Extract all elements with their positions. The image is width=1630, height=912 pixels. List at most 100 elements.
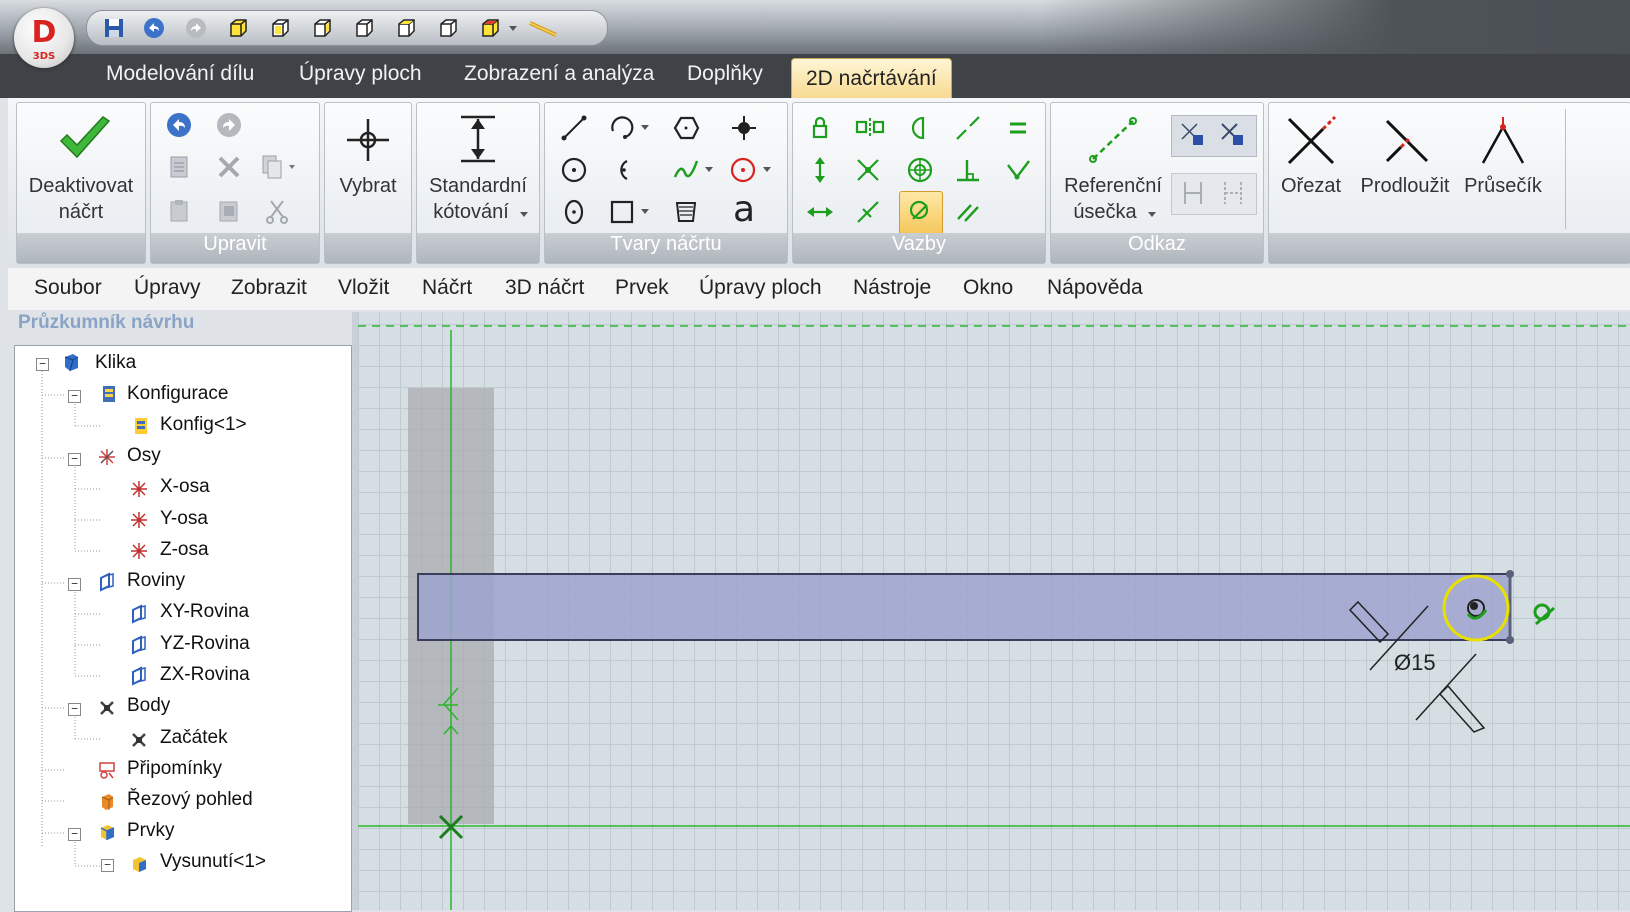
horizontal-constraint-icon[interactable]	[805, 197, 835, 227]
redo-icon[interactable]	[215, 111, 243, 139]
circle-3point-tool-icon[interactable]	[729, 155, 775, 185]
tree-item-z-osa[interactable]: Z-osa	[160, 539, 209, 561]
tree-item-rezovy-pohled[interactable]: Řezový pohled	[127, 789, 253, 811]
expander-collapse[interactable]: −	[68, 828, 81, 841]
tree-item-osy[interactable]: Osy	[127, 445, 161, 467]
expander-collapse[interactable]: −	[68, 703, 81, 716]
standard-dimension-button-line2[interactable]: kótování	[417, 199, 525, 225]
tangent-arc-tool-icon[interactable]	[607, 155, 637, 185]
select-crosshair-icon[interactable]	[343, 115, 393, 165]
tab-zobrazeni-a-analyza[interactable]: Zobrazení a analýza	[464, 62, 654, 98]
coincident-constraint-icon[interactable]	[1003, 155, 1033, 185]
dimension-icon[interactable]	[455, 113, 501, 165]
offset-entity-icon[interactable]	[1177, 177, 1209, 209]
extend-icon[interactable]	[1377, 113, 1433, 169]
tree-item-zx-rovina[interactable]: ZX-Rovina	[160, 664, 250, 686]
view-bottom-icon[interactable]	[437, 17, 459, 39]
tab-doplnky[interactable]: Doplňky	[687, 62, 763, 98]
intersect-icon[interactable]	[1475, 113, 1531, 169]
point-on-line-constraint-icon[interactable]	[853, 197, 883, 227]
trim-button[interactable]: Ořezat	[1275, 173, 1347, 199]
spline-tool-icon[interactable]	[671, 155, 717, 185]
expander-collapse[interactable]: −	[101, 859, 114, 872]
tree-item-yz-rovina[interactable]: YZ-Rovina	[160, 633, 250, 655]
view-left-icon[interactable]	[311, 17, 333, 39]
redo-icon[interactable]	[185, 17, 207, 39]
reference-line-icon[interactable]	[1087, 115, 1141, 165]
dropdown-arrow-icon[interactable]	[507, 17, 519, 39]
view-right-icon[interactable]	[353, 17, 375, 39]
select-button[interactable]: Vybrat	[325, 173, 411, 199]
dropdown-arrow-icon[interactable]	[1147, 209, 1157, 219]
polygon-tool-icon[interactable]	[671, 113, 701, 143]
undo-icon[interactable]	[143, 17, 165, 39]
undo-icon[interactable]	[165, 111, 193, 139]
reference-line-button-line2[interactable]: úsečka	[1055, 199, 1155, 225]
menu-vlozit[interactable]: Vložit	[338, 276, 389, 300]
ruler-icon[interactable]	[527, 17, 559, 39]
fix-constraint-icon[interactable]	[805, 113, 835, 143]
tree-item-zacatek[interactable]: Začátek	[160, 727, 228, 749]
tree-item-vysunuti-1[interactable]: Vysunutí<1>	[160, 851, 266, 873]
menu-prvek[interactable]: Prvek	[615, 276, 669, 300]
view-front-icon[interactable]	[227, 17, 249, 39]
view-back-icon[interactable]	[269, 17, 291, 39]
radius-constraint-icon[interactable]	[905, 197, 935, 227]
tab-modelovani-dilu[interactable]: Modelování dílu	[106, 62, 254, 98]
tree-item-xy-rovina[interactable]: XY-Rovina	[160, 601, 249, 623]
menu-okno[interactable]: Okno	[963, 276, 1013, 300]
text-tool-button[interactable]: a	[729, 189, 759, 230]
tree-item-x-osa[interactable]: X-osa	[160, 476, 210, 498]
project-edges-icon[interactable]	[1217, 119, 1249, 151]
symmetric-constraint-icon[interactable]	[853, 113, 887, 143]
menu-upravy[interactable]: Úpravy	[134, 276, 201, 300]
equal-constraint-icon[interactable]	[1003, 113, 1033, 143]
deactivate-sketch-button-line1[interactable]: Deaktivovat	[21, 173, 141, 199]
tree-item-konfig-1[interactable]: Konfig<1>	[160, 414, 247, 436]
perpendicular-constraint-icon[interactable]	[953, 155, 983, 185]
arc-tool-icon[interactable]	[607, 113, 653, 143]
copy-icon[interactable]	[259, 153, 299, 181]
convert-entity-icon[interactable]	[1217, 177, 1249, 209]
point-tool-icon[interactable]	[729, 113, 759, 143]
reference-line-button-line1[interactable]: Referenční	[1055, 173, 1171, 199]
rectangle-tool-icon[interactable]	[607, 197, 653, 227]
menu-nacrt[interactable]: Náčrt	[422, 276, 472, 300]
paste-special-icon[interactable]	[215, 197, 243, 225]
hatch-tool-icon[interactable]	[671, 197, 701, 227]
tree-item-pripominky[interactable]: Připomínky	[127, 758, 222, 780]
concentric-constraint-icon[interactable]	[905, 155, 935, 185]
menu-nastroje[interactable]: Nástroje	[853, 276, 931, 300]
intersect-button[interactable]: Průsečík	[1455, 173, 1551, 199]
tree-item-klika[interactable]: Klika	[95, 352, 136, 374]
tree-item-roviny[interactable]: Roviny	[127, 570, 185, 592]
project-entity-icon[interactable]	[1177, 119, 1209, 151]
tree-item-konfigurace[interactable]: Konfigurace	[127, 383, 228, 405]
cut-icon[interactable]	[263, 197, 291, 225]
vertical-constraint-icon[interactable]	[805, 155, 835, 185]
tab-2d-nacrtavani[interactable]: 2D načrtávání	[791, 58, 952, 99]
tangent-constraint-icon[interactable]	[905, 113, 935, 143]
extend-button[interactable]: Prodloužit	[1355, 173, 1455, 199]
parallel-constraint-icon[interactable]	[953, 197, 983, 227]
menu-napoveda[interactable]: Nápověda	[1047, 276, 1143, 300]
checkmark-icon[interactable]	[57, 115, 113, 165]
application-button[interactable]: D 3DS	[14, 8, 74, 68]
view-top-icon[interactable]	[395, 17, 417, 39]
expander-collapse[interactable]: −	[68, 453, 81, 466]
menu-zobrazit[interactable]: Zobrazit	[231, 276, 307, 300]
deactivate-sketch-button-line2[interactable]: náčrt	[21, 199, 141, 225]
diameter-dimension-label[interactable]: Ø15	[1394, 650, 1436, 676]
standard-dimension-button-line1[interactable]: Standardní	[417, 173, 539, 199]
line-tool-icon[interactable]	[559, 113, 589, 143]
expander-collapse[interactable]: −	[68, 578, 81, 591]
expander-collapse[interactable]: −	[36, 358, 49, 371]
delete-icon[interactable]	[215, 153, 243, 181]
paste-icon[interactable]	[165, 197, 193, 225]
menu-3d-nacrt[interactable]: 3D náčrt	[505, 276, 584, 300]
menu-upravy-ploch[interactable]: Úpravy ploch	[699, 276, 822, 300]
tree-item-y-osa[interactable]: Y-osa	[160, 508, 208, 530]
dropdown-arrow-icon[interactable]	[519, 209, 529, 219]
expander-collapse[interactable]: −	[68, 390, 81, 403]
save-icon[interactable]	[103, 17, 125, 39]
